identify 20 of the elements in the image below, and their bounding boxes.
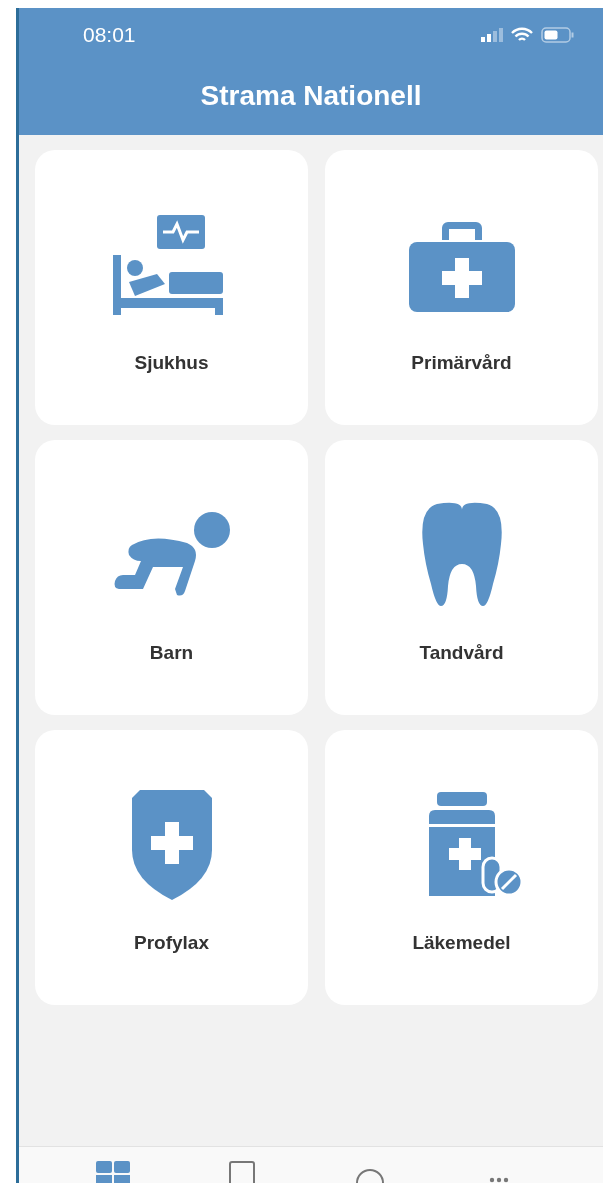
signal-icon bbox=[481, 28, 503, 42]
category-card[interactable]: Profylax bbox=[35, 730, 308, 1005]
tablet-icon bbox=[228, 1161, 255, 1183]
more-icon bbox=[488, 1177, 509, 1183]
status-time: 08:01 bbox=[83, 23, 136, 47]
wifi-icon bbox=[511, 27, 533, 43]
category-card[interactable]: Barn bbox=[35, 440, 308, 715]
app-title: Strama Nationell bbox=[199, 80, 423, 112]
category-card[interactable]: Primärvård bbox=[325, 150, 598, 425]
category-label: Barn bbox=[149, 642, 194, 664]
category-label: Primärvård bbox=[411, 352, 512, 374]
category-card[interactable]: Sjukhus bbox=[35, 150, 308, 425]
battery-icon bbox=[541, 27, 575, 43]
category-card[interactable]: Läkemedel bbox=[325, 730, 598, 1005]
category-card[interactable]: Tandvård bbox=[325, 440, 598, 715]
category-label: Läkemedel bbox=[412, 932, 511, 954]
grid-icon bbox=[96, 1161, 131, 1183]
category-label: Sjukhus bbox=[134, 352, 209, 374]
category-label: Tandvård bbox=[419, 642, 504, 664]
category-label: Profylax bbox=[134, 932, 209, 954]
